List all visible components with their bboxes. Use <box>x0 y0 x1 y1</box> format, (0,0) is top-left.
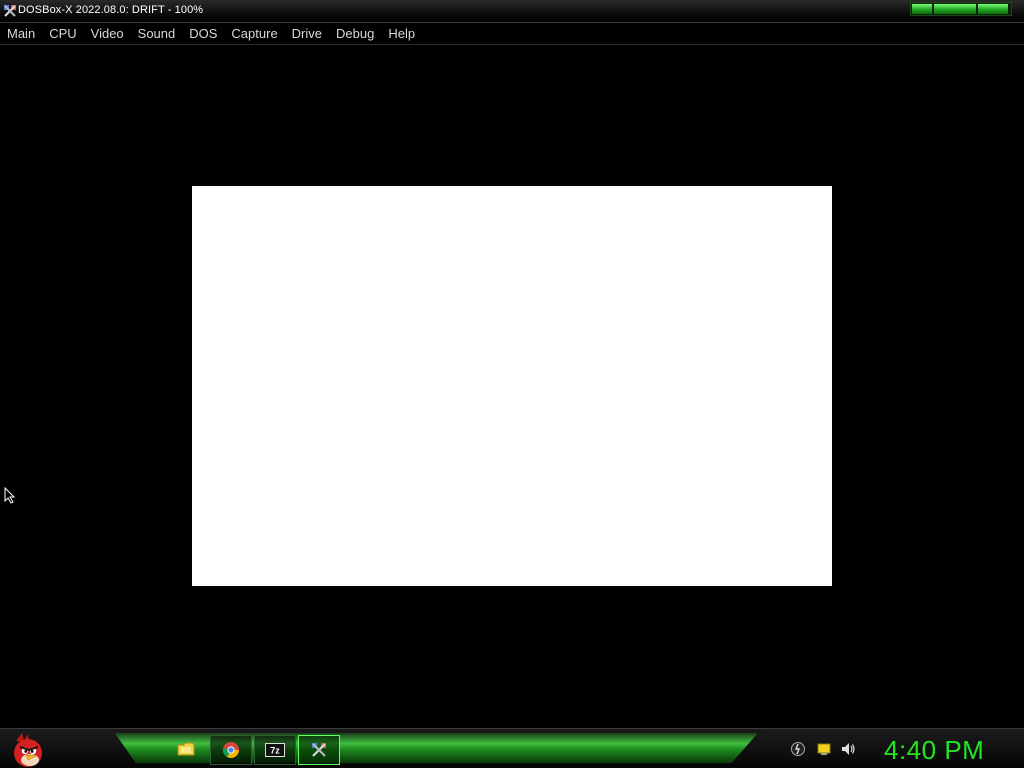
taskbar: 7z 4:40 PM <box>0 728 1024 768</box>
volume-icon[interactable] <box>840 741 856 757</box>
menu-drive[interactable]: Drive <box>285 24 329 44</box>
taskbar-clock[interactable]: 4:40 PM <box>884 735 984 766</box>
dosbox-x-icon <box>312 743 326 757</box>
taskbar-chrome[interactable] <box>210 735 252 765</box>
window-titlebar[interactable]: DOSBox-X 2022.08.0: DRIFT - 100% <box>0 0 1024 23</box>
desktop-screen: DOSBox-X 2022.08.0: DRIFT - 100% Main CP… <box>0 0 1024 768</box>
emulator-display[interactable] <box>192 186 832 586</box>
chrome-icon <box>222 742 239 759</box>
angry-bird-start-icon[interactable] <box>8 731 48 768</box>
folder-icon <box>177 742 195 756</box>
menu-debug[interactable]: Debug <box>329 24 381 44</box>
taskbar-7zip[interactable]: 7z <box>254 735 296 765</box>
menu-capture[interactable]: Capture <box>224 24 284 44</box>
menu-bar: Main CPU Video Sound DOS Capture Drive D… <box>0 23 1024 45</box>
menu-sound[interactable]: Sound <box>131 24 183 44</box>
7zip-icon: 7z <box>265 743 285 757</box>
close-button[interactable] <box>978 4 1008 14</box>
menu-dos[interactable]: DOS <box>182 24 224 44</box>
7zip-label: 7z <box>270 746 280 756</box>
action-center-icon[interactable] <box>816 741 832 757</box>
dosbox-x-app-icon <box>4 5 16 17</box>
window-title: DOSBox-X 2022.08.0: DRIFT - 100% <box>18 4 204 16</box>
window-controls <box>910 2 1012 16</box>
maximize-button[interactable] <box>934 4 976 14</box>
network-icon[interactable] <box>790 741 806 757</box>
mouse-cursor-icon <box>4 487 16 504</box>
menu-main[interactable]: Main <box>0 24 42 44</box>
menu-cpu[interactable]: CPU <box>42 24 83 44</box>
minimize-button[interactable] <box>912 4 932 14</box>
menu-video[interactable]: Video <box>84 24 131 44</box>
taskbar-file-explorer[interactable] <box>166 735 206 763</box>
taskbar-dosbox-x[interactable] <box>298 735 340 765</box>
menu-help[interactable]: Help <box>381 24 422 44</box>
